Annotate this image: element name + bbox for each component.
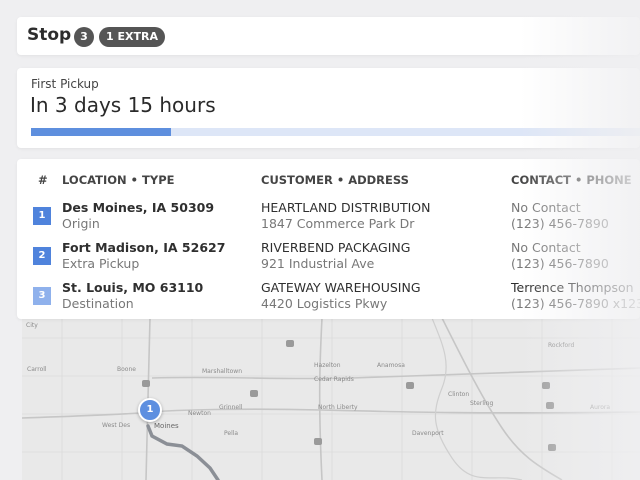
map-city-label: Marshalltown [202,368,242,375]
location-name: St. Louis, MO 63110 [62,280,204,295]
pickup-label: First Pickup [31,77,99,91]
map-city-label: Sterling [470,400,494,407]
pickup-eta: In 3 days 15 hours [30,93,216,117]
column-header-contact: CONTACT • PHONE [511,173,632,187]
highway-shield-icon [542,382,550,389]
extra-stops-badge: 1 EXTRA [99,27,165,47]
highway-shield-icon [546,402,554,409]
map-city-label: Cedar Rapids [314,376,354,383]
pickup-progress-fill [31,128,172,136]
map-city-label: Rockford [548,342,575,349]
contact-phone[interactable]: (123) 456-7890 [511,256,609,271]
customer-address: 921 Industrial Ave [261,256,375,271]
highway-shield-icon [142,380,150,387]
table-row[interactable]: 1 Des Moines, IA 50309 Origin HEARTLAND … [17,200,640,236]
column-header-number: # [38,173,48,187]
table-row[interactable]: 2 Fort Madison, IA 52627 Extra Pickup RI… [17,240,640,276]
map-city-label: Clinton [448,391,470,398]
contact-name: No Contact [511,240,581,255]
stop-1-map-marker[interactable]: 1 [138,398,162,422]
column-header-customer: CUSTOMER • ADDRESS [261,173,409,187]
map-city-label: Moines [154,422,179,430]
page: City Hazelton Anamosa Rockford Carroll B… [0,0,640,480]
stop-title: Stop [27,25,72,45]
stops-table: # LOCATION • TYPE CUSTOMER • ADDRESS CON… [17,159,640,319]
contact-phone[interactable]: (123) 456-7890 [511,216,609,231]
map-city-label: Aurora [590,404,611,411]
pickup-progress-bar [31,128,640,136]
map-city-label: Newton [188,410,211,417]
highway-shield-icon [314,438,322,445]
location-name: Des Moines, IA 50309 [62,200,215,215]
map-city-label: North Liberty [318,404,358,411]
pickup-eta-card: First Pickup In 3 days 15 hours [17,68,640,148]
table-row[interactable]: 3 St. Louis, MO 63110 Destination GATEWA… [17,280,640,316]
location-name: Fort Madison, IA 52627 [62,240,226,255]
highway-shield-icon [286,340,294,347]
map-city-label: Grinnell [219,404,243,411]
customer-address: 1847 Commerce Park Dr [261,216,415,231]
highway-shield-icon [548,444,556,451]
map-city-label: Davenport [412,430,444,437]
stop-number-badge: 3 [74,27,94,47]
column-header-location: LOCATION • TYPE [62,173,175,187]
stop-number-badge: 3 [33,287,51,305]
location-type: Origin [62,216,100,231]
map-city-label: City [26,322,38,329]
location-type: Destination [62,296,134,311]
highway-shield-icon [406,382,414,389]
map-city-label: Hazelton [314,362,341,369]
customer-address: 4420 Logistics Pkwy [261,296,388,311]
highway-shield-icon [250,390,258,397]
map-city-label: Boone [117,366,136,373]
customer-name: GATEWAY WAREHOUSING [261,280,421,295]
stop-number-badge: 2 [33,247,51,265]
contact-phone[interactable]: (123) 456-7890 x1234 [511,296,640,311]
customer-name: HEARTLAND DISTRIBUTION [261,200,431,215]
route-map[interactable]: City Hazelton Anamosa Rockford Carroll B… [22,318,640,480]
customer-name: RIVERBEND PACKAGING [261,240,411,255]
map-city-label: Pella [224,430,239,437]
contact-name: Terrence Thompson [511,280,634,295]
map-city-label: Carroll [27,366,47,373]
map-city-label: Anamosa [377,362,405,369]
map-city-label: West Des [102,422,131,429]
contact-name: No Contact [511,200,581,215]
location-type: Extra Pickup [62,256,140,271]
stop-number-badge: 1 [33,207,51,225]
